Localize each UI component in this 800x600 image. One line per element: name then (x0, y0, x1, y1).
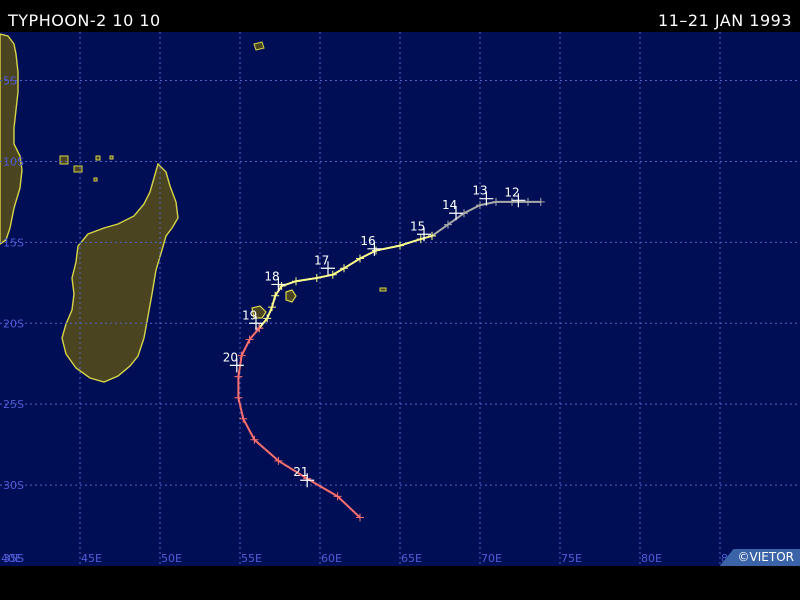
latitude-label: 15S (3, 236, 24, 249)
day-label: 12 (504, 185, 519, 199)
longitude-label: 55E (241, 552, 262, 565)
day-label: 15 (410, 219, 425, 233)
day-label: 19 (242, 308, 257, 322)
rodrigues-island (379, 287, 387, 292)
longitude-label: 50E (161, 552, 182, 565)
footer-bar (0, 566, 800, 600)
storm-title: TYPHOON-2 10 10 (8, 11, 161, 30)
date-range: 11–21 JAN 1993 (658, 11, 792, 30)
day-label: 13 (472, 184, 487, 198)
longitude-label: 70E (481, 552, 502, 565)
day-label: 21 (293, 465, 308, 479)
seychelles-islands (253, 41, 265, 51)
day-label: 14 (442, 198, 457, 212)
latitude-label: 25S (3, 398, 24, 411)
longitude-label: 75E (561, 552, 582, 565)
day-label: 16 (360, 234, 375, 248)
latitude-label: 20S (3, 317, 24, 330)
longitude-label: 80E (641, 552, 662, 565)
longitude-label: 65E (401, 552, 422, 565)
latitude-label: 5S (3, 75, 17, 88)
latitude-label: 30S (3, 479, 24, 492)
day-label: 17 (314, 253, 329, 267)
header-bar: TYPHOON-2 10 10 11–21 JAN 1993 (0, 0, 800, 32)
longitude-label: 45E (81, 552, 102, 565)
day-label: 20 (223, 350, 238, 364)
longitude-label: 40E (1, 552, 22, 565)
credit-label: ©VIETOR (719, 549, 800, 566)
day-label: 18 (264, 269, 279, 283)
longitude-label: 60E (321, 552, 342, 565)
track-map: 5S10S15S20S25S30S35S 40E 45E 50E 55E 60E 65E 7… (0, 32, 800, 566)
latitude-label: 10S (3, 155, 24, 168)
